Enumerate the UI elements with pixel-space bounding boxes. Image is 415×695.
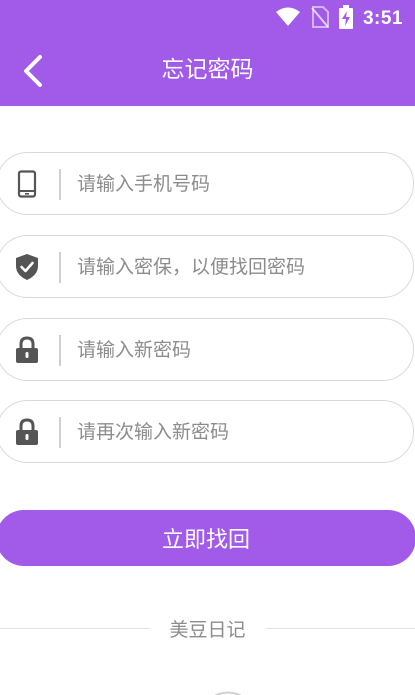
shield-check-icon bbox=[14, 252, 40, 282]
new-password-field bbox=[0, 318, 414, 381]
field-divider bbox=[59, 417, 61, 448]
security-answer-field bbox=[0, 235, 414, 298]
lock-icon bbox=[14, 335, 40, 365]
status-time: 3:51 bbox=[362, 8, 403, 29]
new-password-input[interactable] bbox=[77, 333, 397, 367]
page-title: 忘记密码 bbox=[161, 57, 254, 83]
chevron-left-icon bbox=[18, 55, 48, 92]
nav-bar: 忘记密码 bbox=[0, 34, 415, 106]
confirm-password-input[interactable] bbox=[77, 415, 397, 449]
decorative-arc bbox=[206, 686, 250, 695]
submit-button[interactable]: 立即找回 bbox=[0, 510, 415, 566]
security-answer-input[interactable] bbox=[77, 250, 397, 284]
back-button[interactable] bbox=[18, 54, 48, 88]
lock-icon bbox=[14, 417, 40, 447]
field-divider bbox=[59, 169, 61, 200]
footer-app-name: 美豆日记 bbox=[169, 619, 246, 641]
confirm-password-field bbox=[0, 400, 414, 463]
status-icons: 3:51 bbox=[275, 5, 403, 33]
status-bar: 3:51 bbox=[0, 0, 415, 34]
battery-charging-icon bbox=[338, 5, 353, 33]
wifi-icon bbox=[275, 7, 301, 31]
field-divider bbox=[59, 252, 61, 283]
phone-field bbox=[0, 152, 414, 215]
field-divider bbox=[59, 335, 61, 366]
phone-icon bbox=[14, 169, 40, 199]
no-sim-icon bbox=[311, 6, 329, 32]
phone-input[interactable] bbox=[77, 167, 397, 201]
